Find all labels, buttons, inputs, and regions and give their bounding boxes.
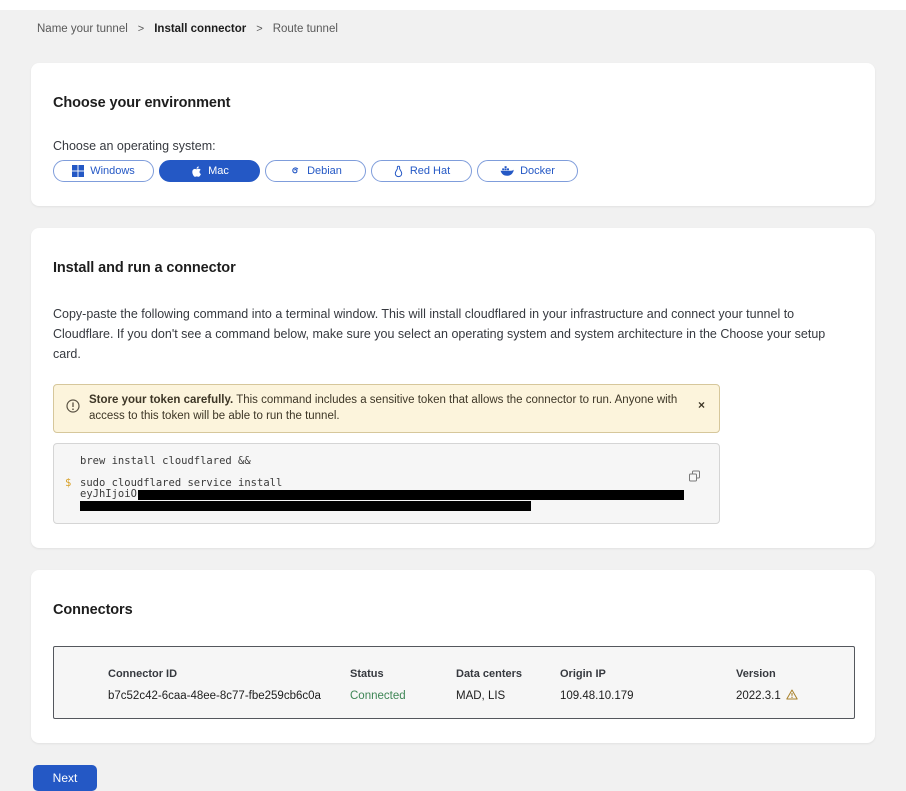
terminal-command-block: brew install cloudflared && $sudo cloudf… xyxy=(53,443,720,524)
next-button[interactable]: Next xyxy=(33,765,97,791)
card-title-choose-environment: Choose your environment xyxy=(53,95,853,111)
column-header-connector-id: Connector ID xyxy=(108,668,350,680)
top-header-strip xyxy=(0,0,906,10)
close-icon[interactable]: × xyxy=(698,401,705,409)
card-title-install-connector: Install and run a connector xyxy=(53,260,853,276)
column-header-origin-ip: Origin IP xyxy=(560,668,736,680)
os-button-group: Windows Mac Debian xyxy=(53,160,853,182)
data-centers-value: MAD, LIS xyxy=(456,690,560,702)
terminal-line-4 xyxy=(80,501,679,511)
alert-circle-icon xyxy=(66,399,80,418)
terminal-line-3: eyJhIjoiO xyxy=(80,489,679,500)
breadcrumb-separator: > xyxy=(138,23,144,35)
shell-prompt: $ xyxy=(65,478,71,489)
redhat-icon xyxy=(393,165,404,178)
os-button-mac[interactable]: Mac xyxy=(159,160,260,182)
token-warning-text: Store your token carefully. This command… xyxy=(89,393,684,424)
breadcrumb: Name your tunnel > Install connector > R… xyxy=(37,23,875,35)
apple-icon xyxy=(190,165,202,178)
tunnel-setup-page: Name your tunnel > Install connector > R… xyxy=(31,23,875,791)
install-connector-card: Install and run a connector Copy-paste t… xyxy=(31,228,875,548)
token-warning-banner: Store your token carefully. This command… xyxy=(53,384,720,433)
docker-icon xyxy=(500,165,514,177)
connector-id-value: b7c52c42-6caa-48ee-8c77-fbe259cb6c0a xyxy=(108,690,350,702)
breadcrumb-step-install-connector[interactable]: Install connector xyxy=(154,23,246,35)
token-warning-bold: Store your token carefully. xyxy=(89,394,233,406)
os-button-label: Docker xyxy=(520,165,555,177)
origin-ip-value: 109.48.10.179 xyxy=(560,690,736,702)
table-header-row: Connector ID Status Data centers Origin … xyxy=(108,668,854,680)
copy-icon xyxy=(688,471,701,486)
os-button-label: Windows xyxy=(90,165,135,177)
status-badge: Connected xyxy=(350,690,456,702)
breadcrumb-separator: > xyxy=(256,23,262,35)
os-button-label: Mac xyxy=(208,165,229,177)
choose-environment-card: Choose your environment Choose an operat… xyxy=(31,63,875,206)
terminal-line-1: brew install cloudflared && xyxy=(80,456,679,467)
card-title-connectors: Connectors xyxy=(53,602,853,618)
os-button-docker[interactable]: Docker xyxy=(477,160,578,182)
windows-icon xyxy=(72,165,84,177)
redacted-token-bar xyxy=(80,501,531,511)
table-row: b7c52c42-6caa-48ee-8c77-fbe259cb6c0a Con… xyxy=(108,689,854,703)
token-prefix-text: eyJhIjoiO xyxy=(80,488,137,500)
os-button-redhat[interactable]: Red Hat xyxy=(371,160,472,182)
column-header-status: Status xyxy=(350,668,456,680)
column-header-data-centers: Data centers xyxy=(456,668,560,680)
command-text: brew install cloudflared && xyxy=(80,455,251,467)
version-number: 2022.3.1 xyxy=(736,690,781,702)
redacted-token-bar xyxy=(138,490,684,500)
breadcrumb-step-route-tunnel[interactable]: Route tunnel xyxy=(273,23,338,35)
connectors-table: Connector ID Status Data centers Origin … xyxy=(53,646,855,719)
install-description: Copy-paste the following command into a … xyxy=(53,304,853,364)
version-value: 2022.3.1 xyxy=(736,689,854,703)
os-button-label: Red Hat xyxy=(410,165,450,177)
os-button-debian[interactable]: Debian xyxy=(265,160,366,182)
os-button-label: Debian xyxy=(307,165,342,177)
os-button-windows[interactable]: Windows xyxy=(53,160,154,182)
connectors-card: Connectors Connector ID Status Data cent… xyxy=(31,570,875,743)
debian-icon xyxy=(289,165,301,177)
column-header-version: Version xyxy=(736,668,854,680)
warning-triangle-icon xyxy=(786,689,798,703)
breadcrumb-step-name-your-tunnel[interactable]: Name your tunnel xyxy=(37,23,128,35)
os-select-label: Choose an operating system: xyxy=(53,139,853,153)
terminal-line-2: $sudo cloudflared service install xyxy=(80,478,679,489)
copy-command-button[interactable] xyxy=(688,470,701,486)
